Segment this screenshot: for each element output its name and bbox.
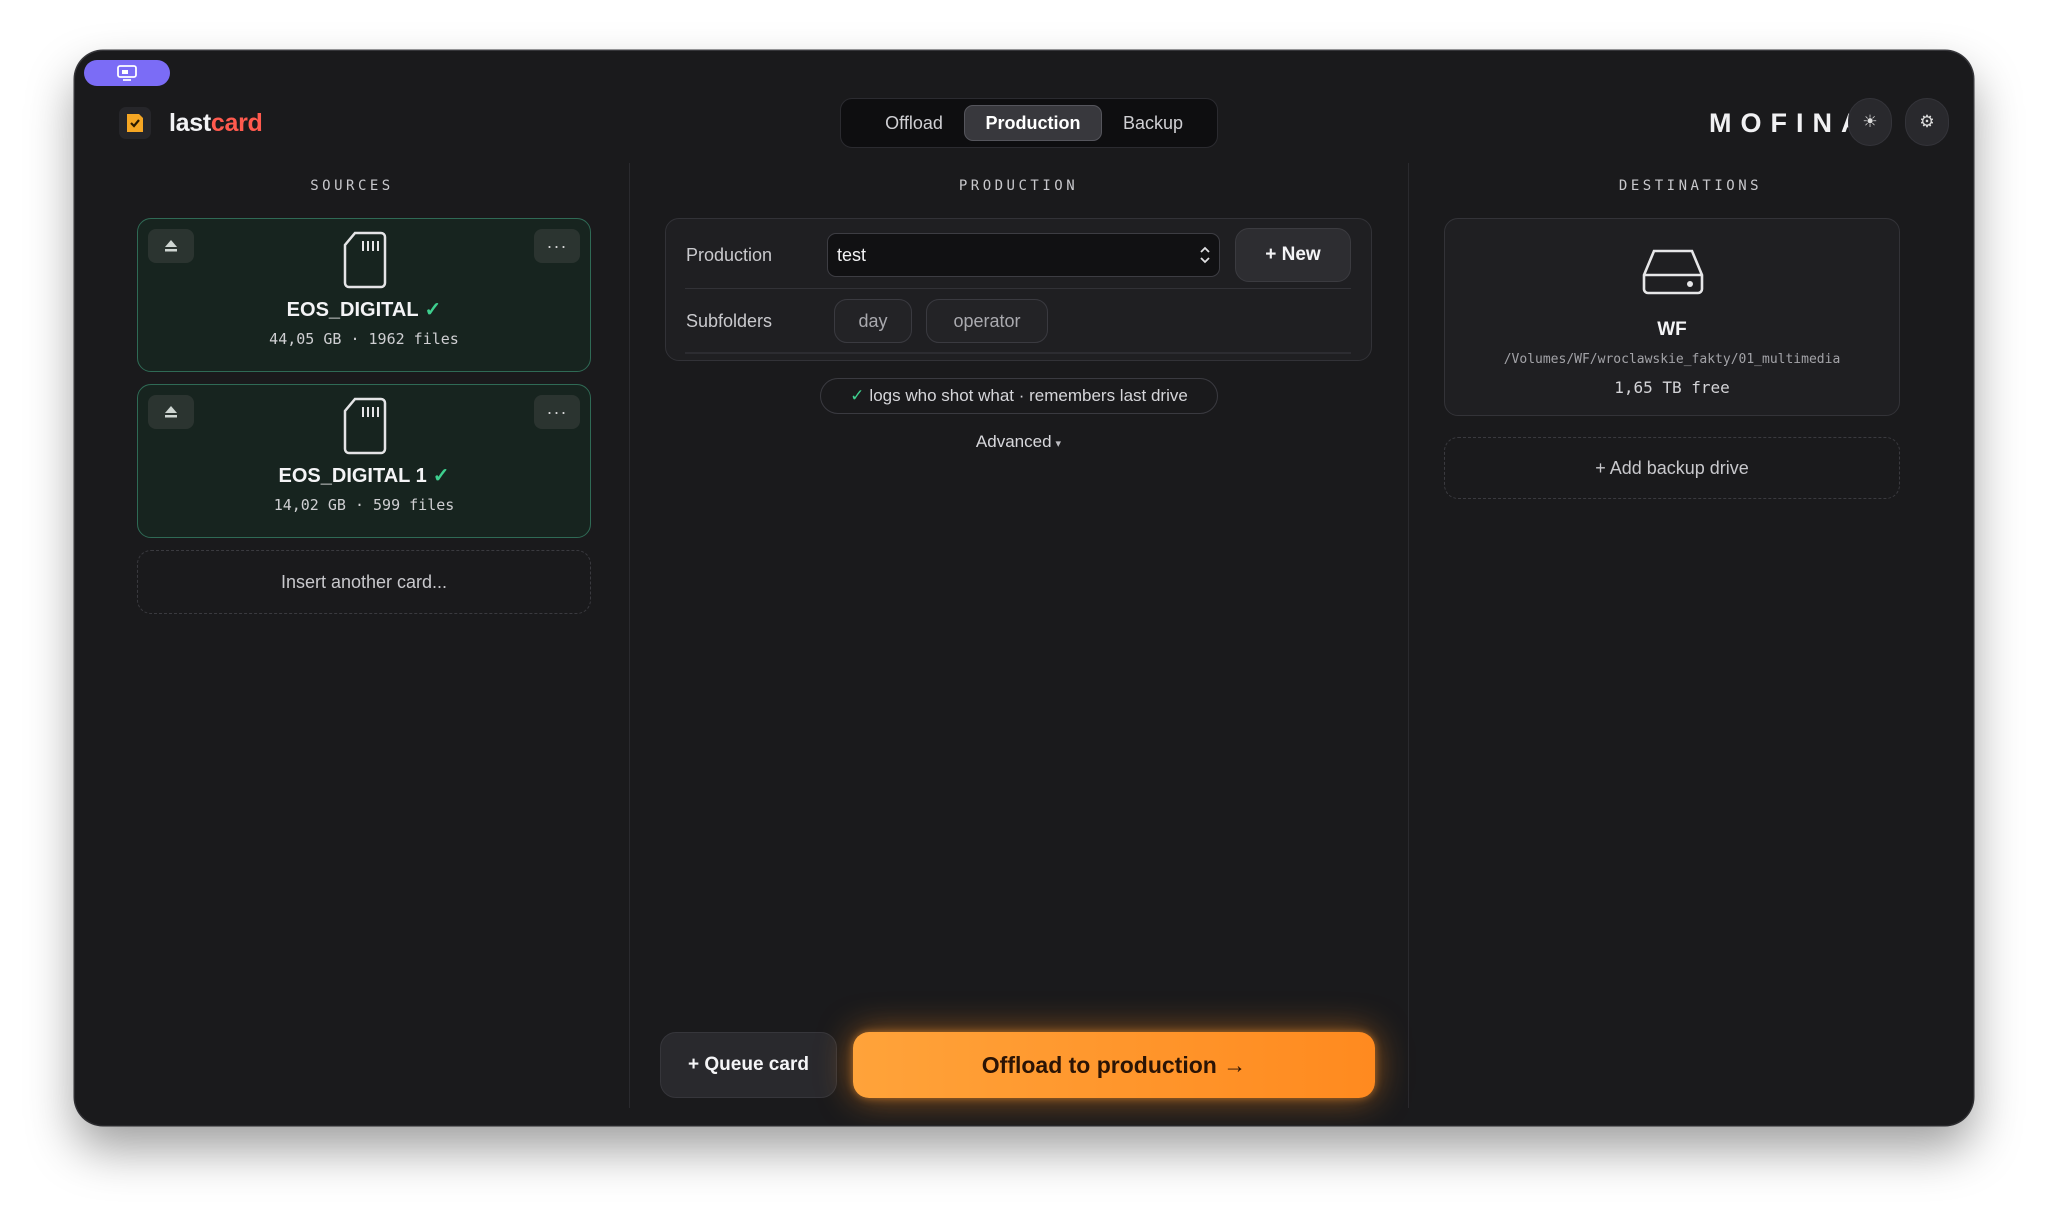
source-card-meta: 44,05 GB · 1962 files — [269, 330, 459, 348]
card-logo-icon — [127, 114, 143, 132]
hard-drive-icon — [1642, 249, 1704, 295]
offload-to-production-button[interactable]: Offload to production → — [853, 1032, 1375, 1098]
gear-icon: ⚙ — [1919, 112, 1935, 131]
ellipsis-icon: ··· — [546, 235, 568, 256]
mode-tabs: Offload Production Backup — [840, 98, 1218, 148]
more-options-button[interactable]: ··· — [534, 395, 580, 429]
production-select-value: test — [837, 245, 867, 265]
eject-icon — [165, 240, 177, 252]
queue-card-button[interactable]: + Queue card — [660, 1032, 837, 1098]
app-name: lastcard — [169, 109, 263, 138]
drive-path: /Volumes/WF/wroclawskie_fakty/01_multime… — [1503, 352, 1841, 367]
eject-button[interactable] — [148, 395, 194, 429]
subfolders-label: Subfolders — [686, 311, 773, 331]
advanced-label: Advanced — [975, 432, 1052, 451]
production-select[interactable]: test — [827, 233, 1220, 277]
caret-down-icon: ▾ — [1055, 438, 1062, 450]
app-window: lastcard Offload Production Backup MOFIN… — [75, 51, 1973, 1125]
column-divider-left — [629, 163, 630, 1108]
ellipsis-icon: ··· — [546, 401, 568, 422]
app-name-suffix: card — [210, 109, 263, 137]
display-badge[interactable] — [84, 60, 170, 86]
subfolder-chip-day[interactable]: day — [834, 299, 912, 343]
source-card-name: EOS_DIGITAL 1 ✓ — [138, 463, 590, 488]
column-divider-right — [1408, 163, 1409, 1108]
source-card-name: EOS_DIGITAL ✓ — [138, 297, 590, 322]
source-card[interactable]: ··· EOS_DIGITAL ✓ 44,05 GB · 1962 files — [137, 218, 591, 372]
check-icon: ✓ — [424, 299, 442, 321]
info-pill: ✓ logs who shot what · remembers last dr… — [820, 378, 1218, 414]
brand-logo: MOFINA — [1709, 108, 1870, 138]
monitor-icon — [117, 65, 137, 81]
tab-production[interactable]: Production — [964, 105, 1102, 141]
info-text: logs who shot what · remembers last driv… — [869, 386, 1188, 405]
destination-drive-card[interactable]: WF /Volumes/WF/wroclawskie_fakty/01_mult… — [1444, 218, 1900, 416]
panel-bottom-line — [685, 352, 1351, 354]
source-card-meta: 14,02 GB · 599 files — [273, 496, 455, 514]
insert-card-placeholder[interactable]: Insert another card... — [137, 550, 591, 614]
more-options-button[interactable]: ··· — [534, 229, 580, 263]
check-icon: ✓ — [850, 386, 865, 405]
app-logo — [119, 107, 151, 139]
eject-button[interactable] — [148, 229, 194, 263]
eject-icon — [165, 406, 177, 418]
sources-title: SOURCES — [310, 178, 394, 194]
app-name-prefix: last — [169, 109, 211, 137]
drive-name: WF — [1657, 319, 1687, 340]
destinations-title: DESTINATIONS — [1618, 178, 1763, 194]
updown-chevron-icon — [1200, 246, 1210, 264]
sun-icon: ☀ — [1862, 112, 1878, 131]
advanced-toggle[interactable]: Advanced ▾ — [629, 432, 1408, 452]
drive-free-space: 1,65 TB free — [1614, 378, 1730, 397]
subfolder-chip-operator[interactable]: operator — [926, 299, 1048, 343]
sd-card-icon — [343, 231, 387, 289]
source-card[interactable]: ··· EOS_DIGITAL 1 ✓ 14,02 GB · 599 files — [137, 384, 591, 538]
add-backup-drive-button[interactable]: + Add backup drive — [1444, 437, 1900, 499]
check-icon: ✓ — [432, 465, 450, 487]
production-label: Production — [686, 245, 773, 265]
theme-toggle-button[interactable]: ☀ — [1848, 98, 1892, 146]
card-name-text: EOS_DIGITAL — [286, 299, 419, 321]
panel-divider — [685, 288, 1351, 289]
card-name-text: EOS_DIGITAL 1 — [278, 465, 427, 487]
settings-button[interactable]: ⚙ — [1905, 98, 1949, 146]
production-title: PRODUCTION — [958, 178, 1079, 194]
tab-backup[interactable]: Backup — [1100, 105, 1206, 141]
tab-offload[interactable]: Offload — [861, 105, 967, 141]
sd-card-icon — [343, 397, 387, 455]
new-production-button[interactable]: + New — [1235, 228, 1351, 282]
